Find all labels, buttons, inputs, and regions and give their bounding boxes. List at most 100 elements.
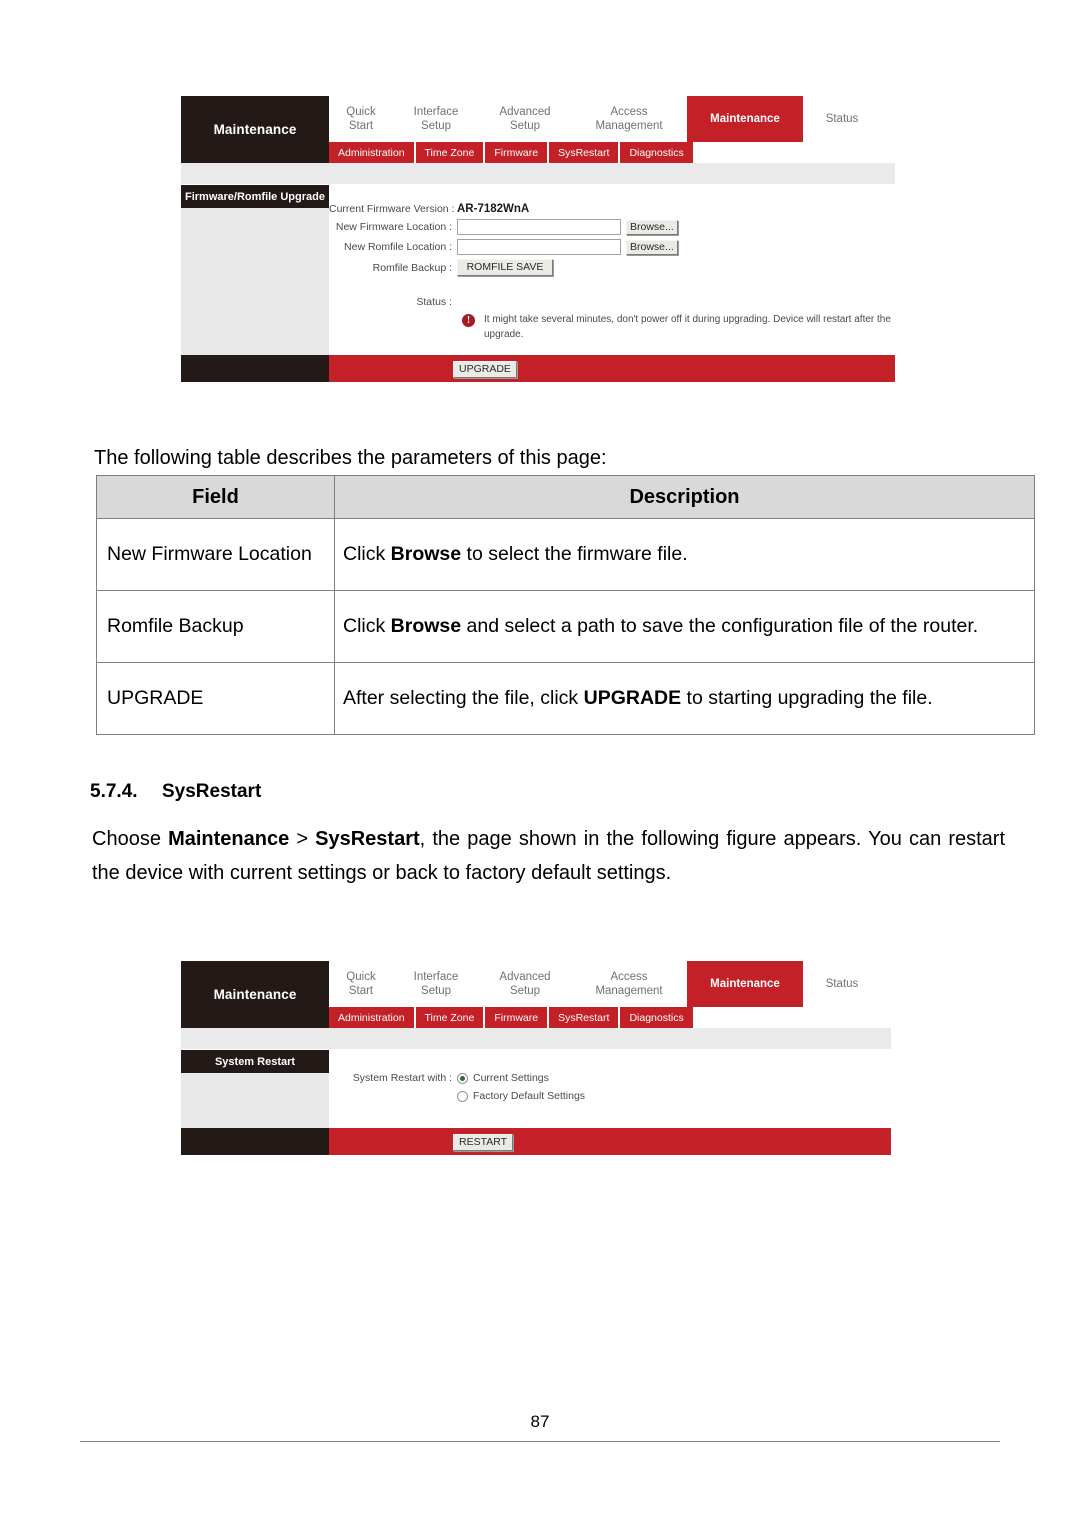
para-bold-maintenance: Maintenance [168, 828, 290, 850]
nav-tab-access-management[interactable]: Access Management [571, 96, 687, 142]
firmware-panel-body: Firmware/Romfile Upgrade Current Firmwar… [181, 185, 895, 355]
panel-sidebar: Firmware/Romfile Upgrade [181, 185, 329, 355]
nav-tabs: Quick Start Interface Setup Advanced Set… [329, 961, 891, 1007]
nav-tab-advanced-setup[interactable]: Advanced Setup [479, 961, 571, 1007]
nav-tab-line1: Maintenance [710, 112, 780, 125]
desc-pre: Click [343, 614, 391, 637]
restart-button-wrap: RESTART [453, 1132, 514, 1151]
router-gray-divider [181, 163, 895, 185]
nav-tab-interface-setup[interactable]: Interface Setup [393, 961, 479, 1007]
nav-tab-line1: Maintenance [710, 977, 780, 990]
nav-tab-access-management[interactable]: Access Management [571, 961, 687, 1007]
nav-tab-line2: Setup [420, 985, 452, 997]
nav-tab-status[interactable]: Status [803, 961, 881, 1007]
para-bold-sysrestart: SysRestart [315, 828, 420, 850]
nav-tab-maintenance[interactable]: Maintenance [687, 96, 803, 142]
subnav-item-firmware[interactable]: Firmware [485, 142, 550, 163]
subnav-tail [694, 1007, 891, 1028]
table-row: New Firmware Location Click Browse to se… [96, 518, 1035, 591]
restart-with-factory-row: Factory Default Settings [329, 1090, 891, 1102]
subnav-tail [694, 142, 895, 163]
restart-button[interactable]: RESTART [453, 1134, 514, 1151]
desc-bold: Browse [390, 614, 462, 637]
table-cell-field: Romfile Backup [96, 590, 335, 663]
panel-sidebar: System Restart [181, 1050, 329, 1128]
romfile-save-button[interactable]: ROMFILE SAVE [457, 259, 553, 276]
panel-sidebar-title: Firmware/Romfile Upgrade [181, 185, 329, 208]
table-header-row: Field Description [96, 475, 1035, 519]
status-label: Status : [416, 296, 452, 308]
nav-tab-advanced-setup[interactable]: Advanced Setup [479, 96, 571, 142]
footer-sidebar [181, 355, 329, 382]
nav-tab-line1: Status [825, 112, 859, 125]
browse-firmware-button[interactable]: Browse... [626, 219, 678, 235]
nav-tab-line2: Management [595, 120, 663, 132]
subnav-spacer [181, 142, 329, 163]
nav-tab-line1: Access [610, 105, 648, 118]
status-note: ! It might take several minutes, don't p… [329, 313, 895, 342]
firmware-panel-footer: UPGRADE [181, 355, 895, 382]
para-pre: Choose [92, 828, 169, 850]
table-header-description: Description [334, 475, 1035, 519]
nav-tab-line2: Setup [420, 120, 452, 132]
system-restart-figure: Maintenance Quick Start Interface Setup … [181, 961, 891, 1155]
browse-romfile-button[interactable]: Browse... [626, 239, 678, 255]
table-cell-description: After selecting the file, click UPGRADE … [334, 662, 1035, 735]
nav-tab-quick-start[interactable]: Quick Start [329, 96, 393, 142]
romfile-backup-label: Romfile Backup : [372, 261, 452, 274]
nav-tab-line1: Interface [413, 105, 459, 118]
subnav-item-diagnostics[interactable]: Diagnostics [620, 142, 695, 163]
router-subnav-row: Administration Time Zone Firmware SysRes… [181, 1007, 891, 1028]
para-mid: > [289, 828, 316, 850]
radio-current-settings-label: Current Settings [473, 1072, 549, 1084]
table-cell-description: Click Browse to select the firmware file… [334, 518, 1035, 591]
subnav-item-sysrestart[interactable]: SysRestart [549, 1007, 621, 1028]
subnav-items: Administration Time Zone Firmware SysRes… [329, 142, 895, 163]
upgrade-button[interactable]: UPGRADE [453, 361, 517, 378]
nav-tab-line2: Start [348, 120, 374, 132]
new-firmware-location-input[interactable] [457, 219, 621, 235]
new-romfile-location-row: New Romfile Location : Browse... [329, 239, 895, 255]
subnav-item-administration[interactable]: Administration [329, 142, 416, 163]
nav-tab-line2: Setup [509, 120, 541, 132]
nav-tab-interface-setup[interactable]: Interface Setup [393, 96, 479, 142]
nav-tab-line1: Quick [346, 970, 376, 983]
panel-sidebar-title: System Restart [181, 1050, 329, 1073]
footer-sidebar [181, 1128, 329, 1155]
radio-factory-default-settings-label: Factory Default Settings [473, 1090, 586, 1102]
brand-block: Maintenance [181, 96, 329, 142]
nav-tab-line2: Management [595, 985, 663, 997]
section-number: 5.7.4. [90, 781, 138, 802]
nav-tab-line1: Interface [413, 970, 459, 983]
desc-post: to select the firmware file. [461, 542, 688, 565]
section-paragraph: Choose Maintenance > SysRestart, the pag… [92, 822, 1005, 891]
subnav-item-administration[interactable]: Administration [329, 1007, 416, 1028]
current-firmware-label: Current Firmware Version : [329, 203, 455, 215]
table-row: Romfile Backup Click Browse and select a… [96, 590, 1035, 663]
subnav-item-sysrestart[interactable]: SysRestart [549, 142, 621, 163]
subnav-items: Administration Time Zone Firmware SysRes… [329, 1007, 891, 1028]
nav-tab-maintenance[interactable]: Maintenance [687, 961, 803, 1007]
desc-post: and select a path to save the configurat… [461, 614, 979, 637]
current-firmware-row: Current Firmware Version : AR-7182WnA [329, 203, 895, 215]
table-header-field: Field [96, 475, 335, 519]
subnav-item-diagnostics[interactable]: Diagnostics [620, 1007, 695, 1028]
status-note-text: It might take several minutes, don't pow… [484, 314, 891, 340]
subnav-item-time-zone[interactable]: Time Zone [415, 142, 486, 163]
table-cell-field: UPGRADE [96, 662, 335, 735]
router-nav-row: Maintenance Quick Start Interface Setup … [181, 96, 895, 142]
section-heading: 5.7.4. SysRestart [90, 781, 261, 803]
subnav-item-firmware[interactable]: Firmware [485, 1007, 550, 1028]
desc-pre: After selecting the file, click [343, 686, 584, 709]
nav-tab-status[interactable]: Status [803, 96, 881, 142]
subnav-item-time-zone[interactable]: Time Zone [415, 1007, 486, 1028]
nav-tabs: Quick Start Interface Setup Advanced Set… [329, 96, 895, 142]
restart-with-current-row: System Restart with : Current Settings [329, 1072, 891, 1084]
radio-factory-default-settings[interactable] [457, 1090, 468, 1102]
subnav-spacer [181, 1007, 329, 1028]
nav-tab-quick-start[interactable]: Quick Start [329, 961, 393, 1007]
firmware-form: Current Firmware Version : AR-7182WnA Ne… [329, 203, 895, 342]
new-romfile-location-input[interactable] [457, 239, 621, 255]
footer-divider [80, 1441, 1000, 1442]
radio-current-settings[interactable] [457, 1072, 468, 1084]
